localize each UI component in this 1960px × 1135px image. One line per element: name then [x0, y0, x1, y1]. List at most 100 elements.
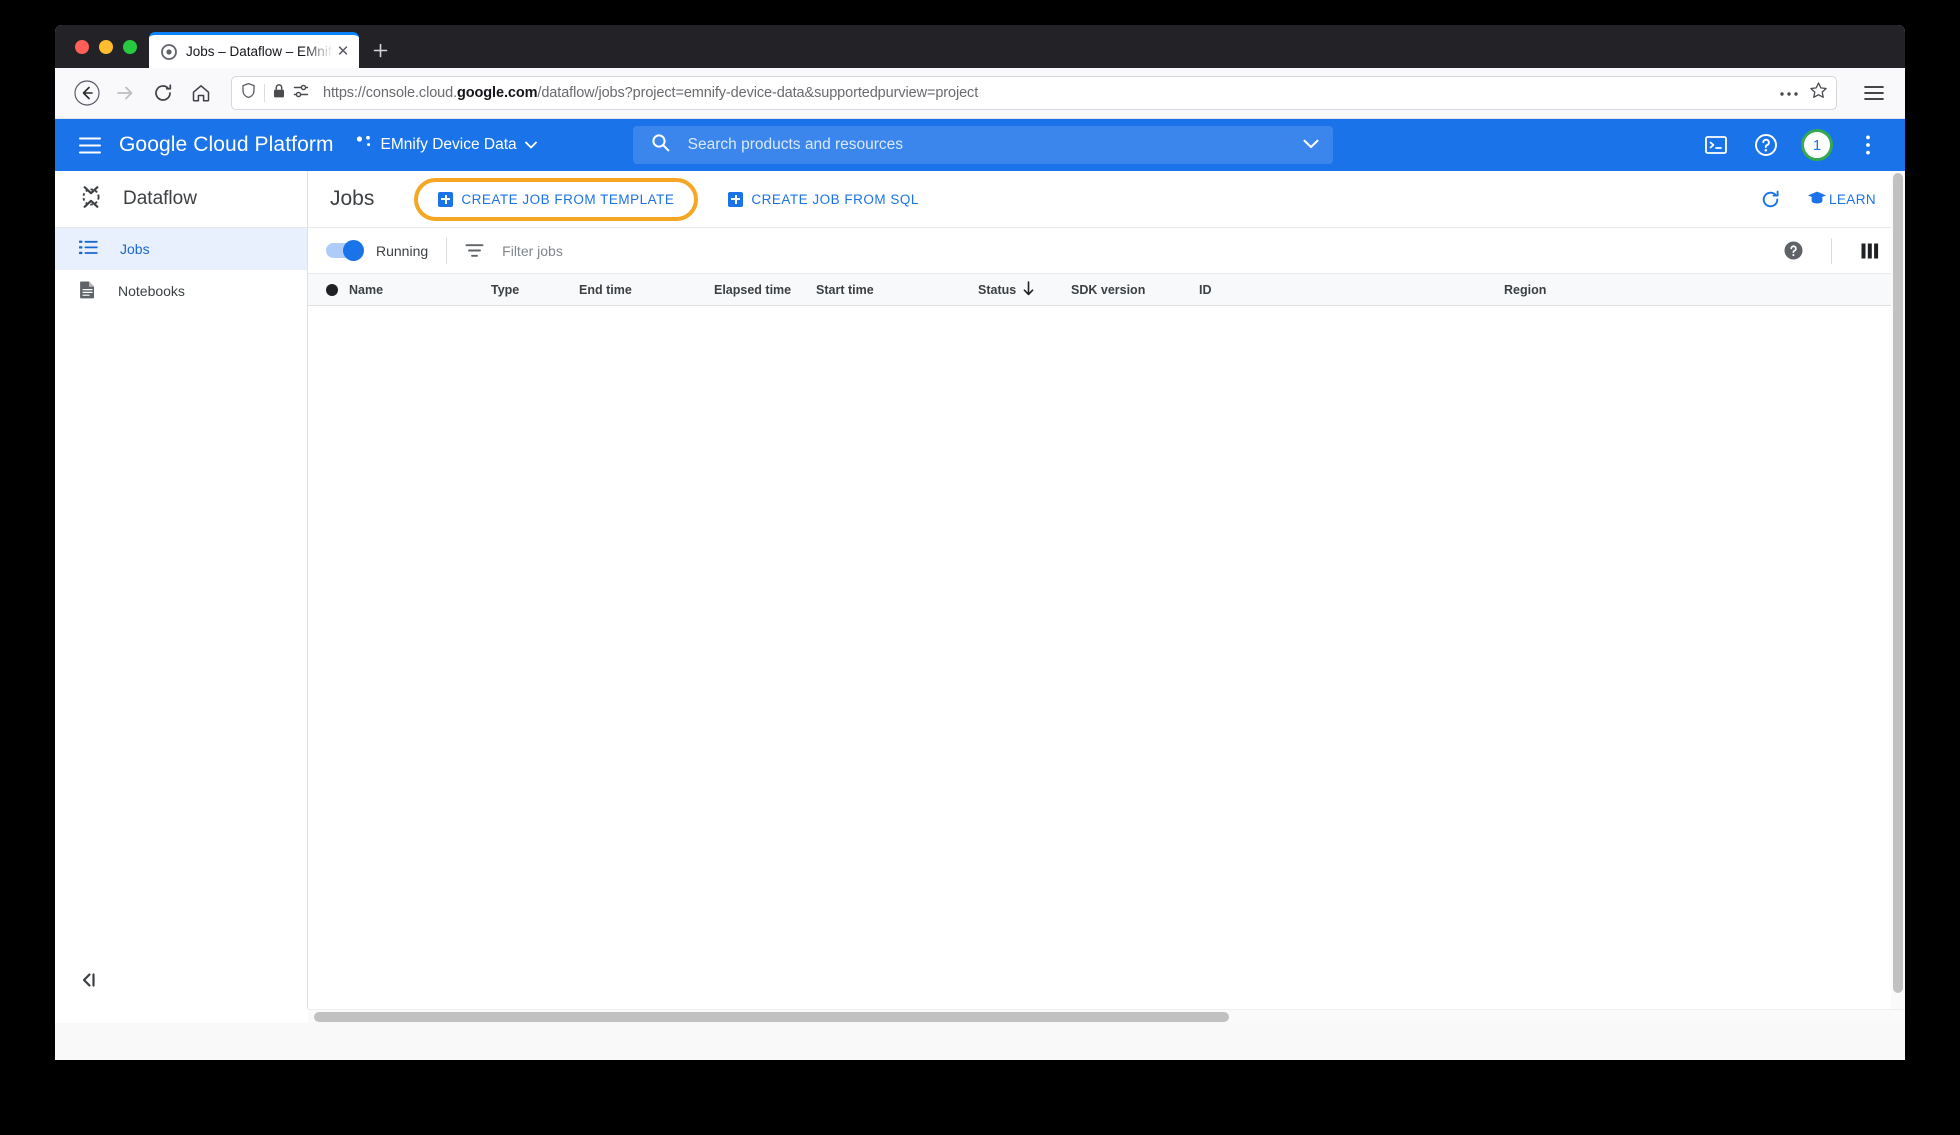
- cloud-shell-terminal-icon[interactable]: [1701, 130, 1731, 160]
- back-arrow-icon[interactable]: [69, 75, 105, 111]
- column-header-start-time[interactable]: Start time: [816, 283, 978, 297]
- main-content: Jobs CREATE JOB FROM TEMPLATE CREATE JOB…: [308, 171, 1905, 1009]
- search-icon: [651, 133, 670, 157]
- horizontal-scrollbar-row: [55, 1009, 1905, 1023]
- close-icon[interactable]: ✕: [333, 42, 353, 62]
- column-header-elapsed-time[interactable]: Elapsed time: [714, 283, 816, 297]
- hamburger-menu-icon[interactable]: [1857, 76, 1891, 110]
- highlight-ring: CREATE JOB FROM TEMPLATE: [414, 177, 699, 221]
- search-bar[interactable]: Search products and resources: [632, 126, 1333, 164]
- sort-descending-arrow-icon[interactable]: [1022, 280, 1035, 299]
- column-label: Start time: [816, 282, 874, 297]
- sidebar-item-label: Notebooks: [118, 283, 185, 299]
- url-bar-actions: [1771, 81, 1828, 105]
- url-bar[interactable]: https://console.cloud.google.com/dataflo…: [231, 76, 1837, 110]
- running-toggle[interactable]: [326, 240, 364, 261]
- home-icon[interactable]: [183, 75, 219, 111]
- column-label: Name: [349, 282, 384, 297]
- list-icon: [79, 240, 98, 259]
- url-text: https://console.cloud.google.com/dataflo…: [323, 85, 979, 101]
- column-label: End time: [579, 282, 632, 297]
- filter-jobs-input[interactable]: Filter jobs: [502, 243, 563, 259]
- ellipsis-icon[interactable]: [1779, 84, 1799, 102]
- left-navigation-panel: Dataflow Jobs Notebooks: [55, 171, 308, 1009]
- plus-icon[interactable]: [363, 32, 397, 68]
- plus-box-icon: [438, 191, 454, 207]
- divider: [264, 84, 265, 102]
- refresh-icon[interactable]: [1760, 189, 1781, 210]
- maximize-window-button[interactable]: [123, 39, 137, 54]
- column-header-region[interactable]: Region: [1504, 283, 1624, 297]
- divider: [446, 237, 448, 264]
- running-toggle-label: Running: [376, 242, 429, 259]
- select-all-radio[interactable]: [326, 283, 338, 296]
- column-header-id[interactable]: ID: [1199, 283, 1504, 297]
- column-header-end-time[interactable]: End time: [579, 283, 714, 297]
- more-vert-icon[interactable]: [1853, 130, 1883, 160]
- close-window-button[interactable]: [75, 39, 89, 54]
- create-job-from-sql-button[interactable]: CREATE JOB FROM SQL: [720, 186, 927, 213]
- project-picker[interactable]: EMnify Device Data: [356, 135, 537, 156]
- chevron-down-icon: [524, 136, 537, 154]
- jobs-table-header-row: Name Type End time Elapsed time Start ti…: [308, 274, 1904, 306]
- search-input[interactable]: Search products and resources: [688, 136, 1285, 154]
- column-label: Elapsed time: [714, 282, 792, 297]
- product-title-row: Dataflow: [55, 171, 307, 228]
- gcp-header-bar: Google Cloud Platform EMnify Device Data: [55, 119, 1905, 171]
- minimize-window-button[interactable]: [99, 39, 113, 54]
- column-header-sdk-version[interactable]: SDK version: [1071, 283, 1199, 297]
- browser-tab[interactable]: Jobs – Dataflow – EMnify Device Data ✕: [149, 32, 359, 68]
- shield-icon[interactable]: [240, 82, 257, 104]
- forward-arrow-icon: [107, 75, 143, 111]
- column-header-name[interactable]: Name: [326, 283, 491, 297]
- chevron-down-icon[interactable]: [1303, 136, 1319, 154]
- column-settings-icon[interactable]: [1850, 231, 1890, 271]
- scrollbar-thumb[interactable]: [1893, 173, 1903, 993]
- plus-box-icon: [728, 191, 744, 207]
- collapse-panel-icon[interactable]: [71, 961, 109, 999]
- star-icon[interactable]: [1809, 81, 1828, 105]
- project-name: EMnify Device Data: [380, 136, 517, 153]
- column-label: ID: [1199, 282, 1212, 297]
- content-header-actions: LEARN: [1760, 189, 1888, 210]
- divider: [1831, 237, 1832, 264]
- browser-tab-strip: Jobs – Dataflow – EMnify Device Data ✕: [55, 25, 1905, 68]
- permissions-icon[interactable]: [293, 84, 309, 103]
- sidebar-item-notebooks[interactable]: Notebooks: [55, 270, 307, 312]
- site-identity-group: [240, 82, 316, 104]
- product-title: Dataflow: [123, 188, 197, 209]
- horizontal-scrollbar[interactable]: [308, 1009, 1905, 1023]
- reload-icon[interactable]: [145, 75, 181, 111]
- column-label: Status: [978, 282, 1017, 297]
- create-job-from-sql-label: CREATE JOB FROM SQL: [751, 191, 919, 207]
- page-title: Jobs: [330, 187, 375, 210]
- create-job-from-template-button[interactable]: CREATE JOB FROM TEMPLATE: [430, 186, 682, 213]
- gcp-brand-title[interactable]: Google Cloud Platform: [119, 133, 334, 157]
- browser-window: Jobs – Dataflow – EMnify Device Data ✕: [55, 25, 1905, 1060]
- content-header: Jobs CREATE JOB FROM TEMPLATE CREATE JOB…: [308, 171, 1904, 228]
- hamburger-menu-icon[interactable]: [69, 124, 111, 166]
- project-scope-icon: [356, 135, 373, 156]
- sidebar-item-jobs[interactable]: Jobs: [55, 228, 307, 270]
- create-job-from-template-label: CREATE JOB FROM TEMPLATE: [461, 191, 675, 207]
- column-label: SDK version: [1071, 282, 1146, 297]
- filter-list-icon[interactable]: [465, 243, 484, 258]
- help-circle-icon[interactable]: [1751, 130, 1781, 160]
- dataflow-favicon-icon: [161, 43, 177, 60]
- help-filled-icon[interactable]: [1773, 231, 1813, 271]
- column-label: Region: [1504, 282, 1547, 297]
- column-header-status[interactable]: Status: [978, 280, 1071, 299]
- scrollbar-thumb[interactable]: [314, 1012, 1229, 1022]
- learn-label: LEARN: [1828, 191, 1876, 207]
- console-body: Dataflow Jobs Notebooks Jobs CREATE JOB …: [55, 171, 1905, 1009]
- vertical-scrollbar[interactable]: [1891, 171, 1905, 1009]
- column-header-type[interactable]: Type: [491, 283, 579, 297]
- window-controls: [65, 25, 149, 68]
- learn-button[interactable]: LEARN: [1807, 190, 1876, 209]
- jobs-table-body: [308, 306, 1904, 1009]
- lock-icon[interactable]: [272, 83, 286, 104]
- gcp-header-actions: 1: [1701, 129, 1893, 161]
- avatar[interactable]: 1: [1801, 129, 1833, 161]
- browser-nav-toolbar: https://console.cloud.google.com/dataflo…: [55, 68, 1905, 119]
- sidebar-item-label: Jobs: [120, 241, 150, 257]
